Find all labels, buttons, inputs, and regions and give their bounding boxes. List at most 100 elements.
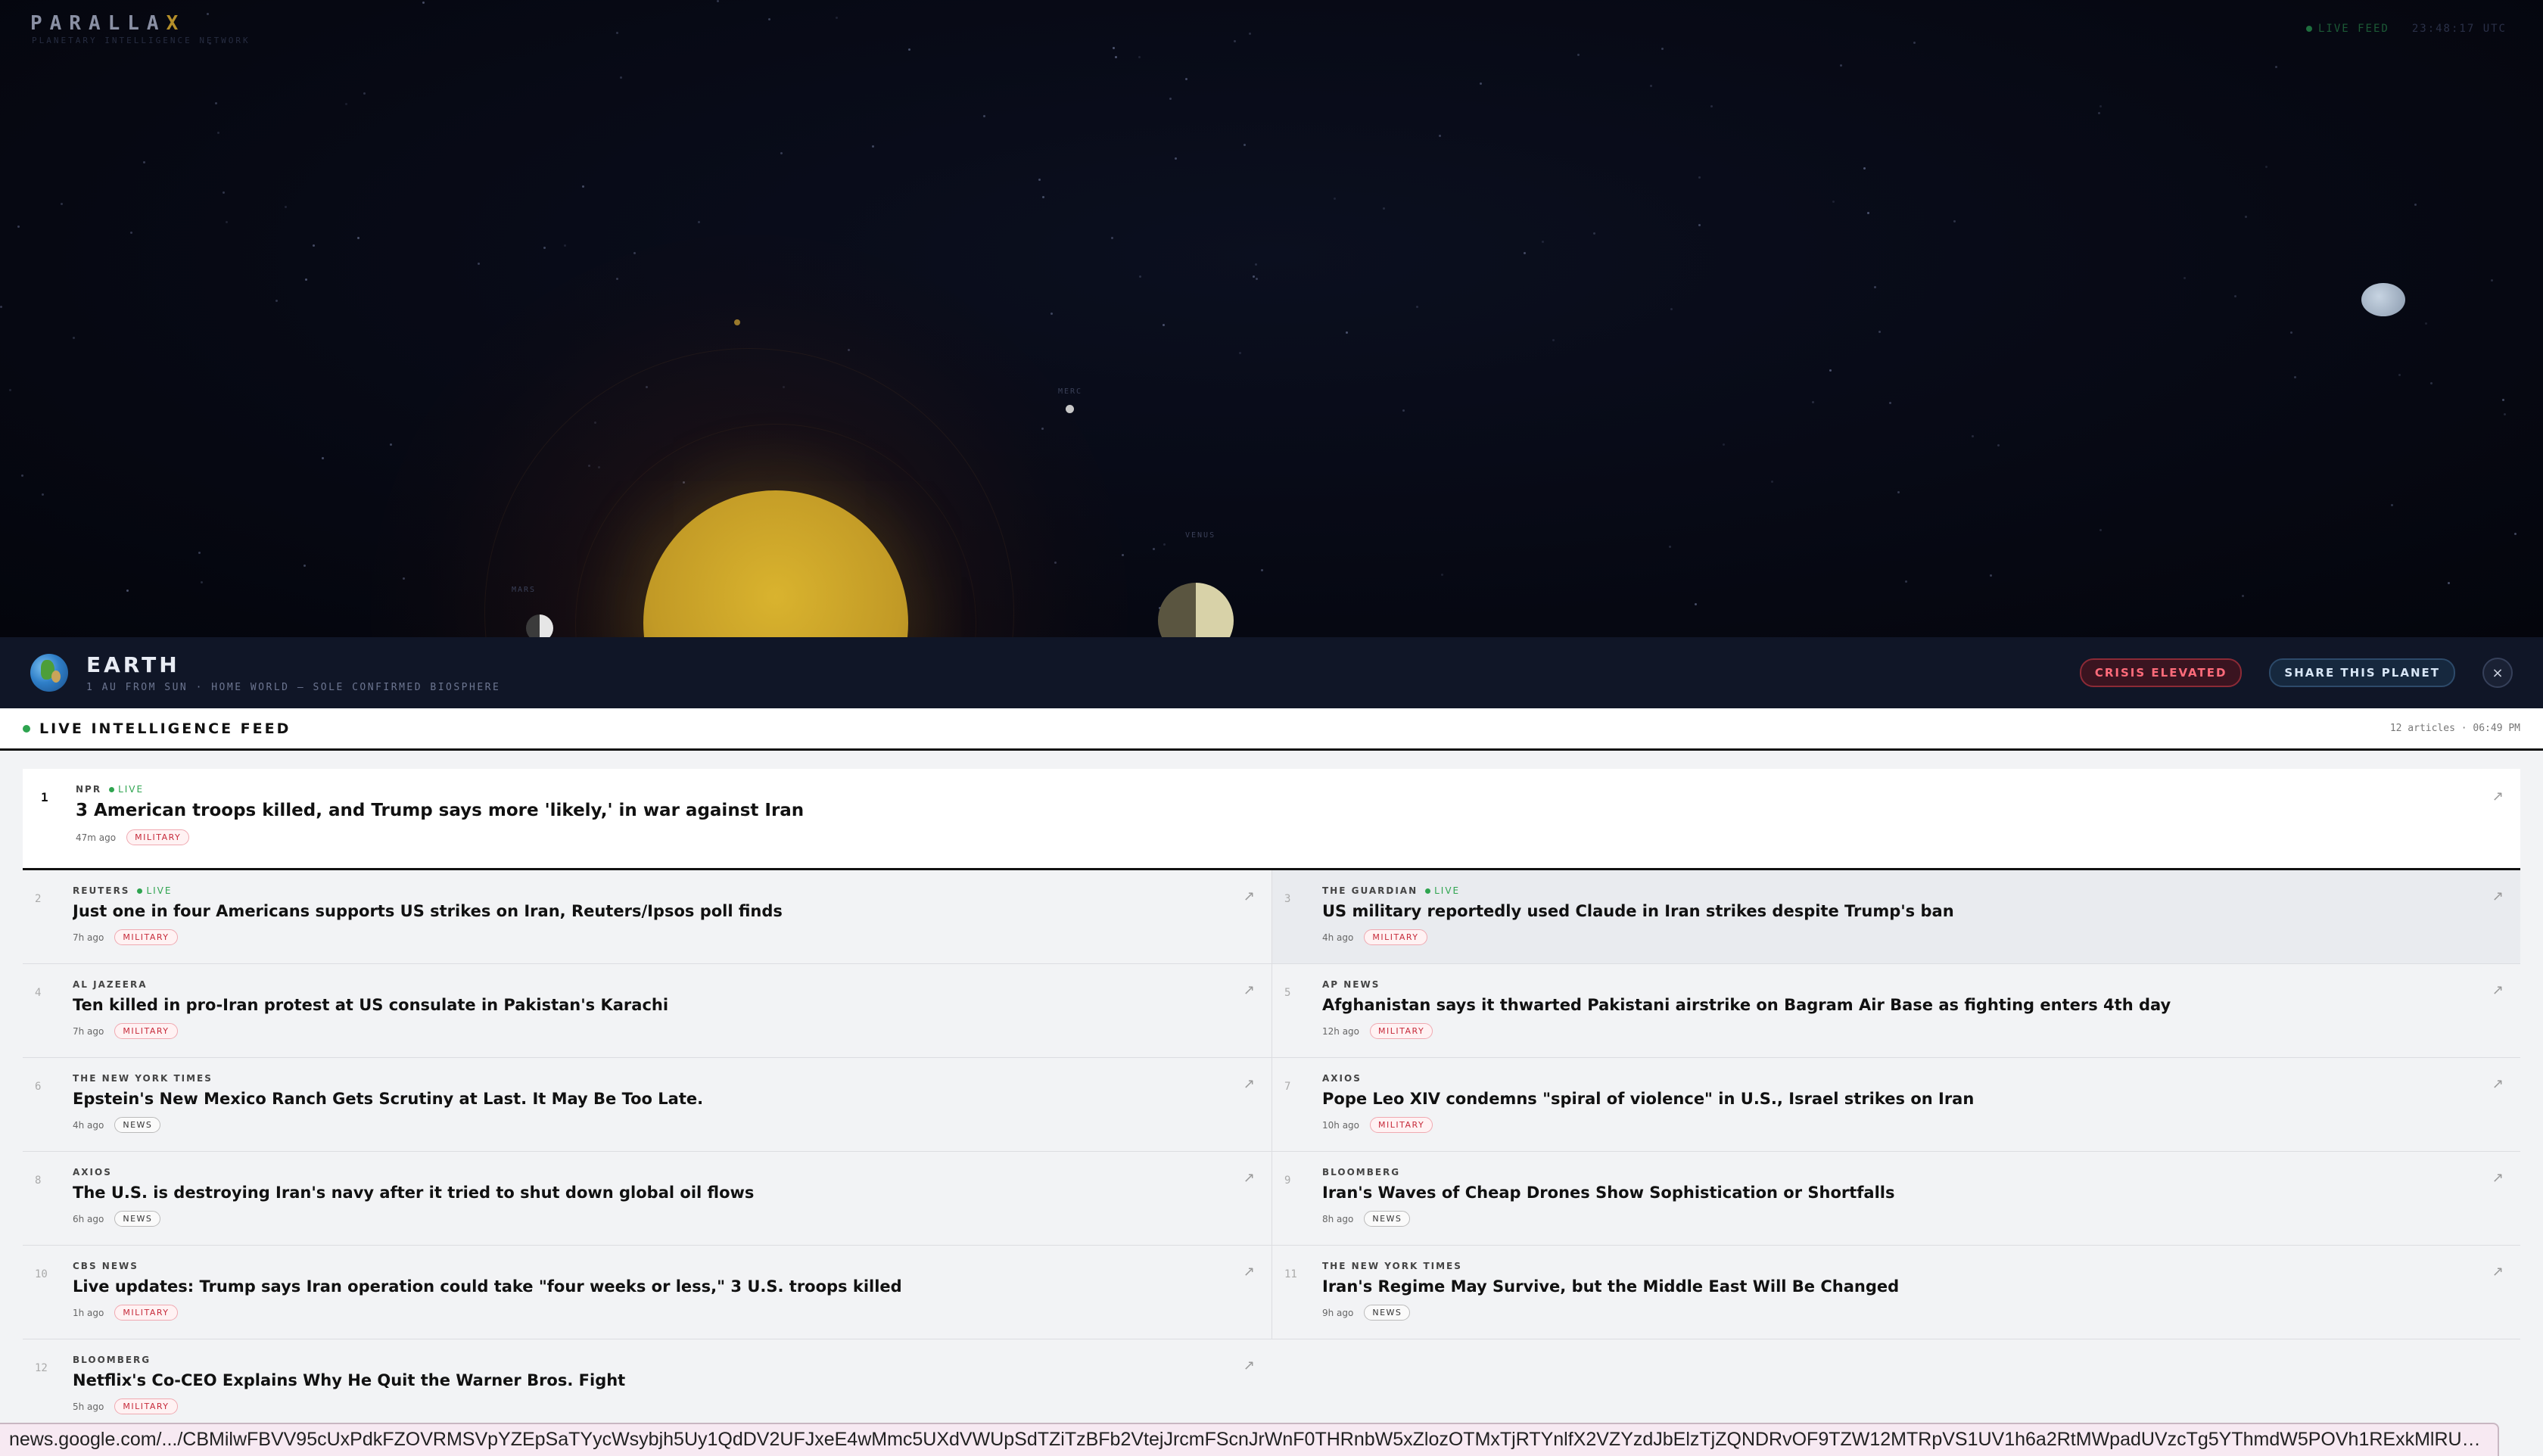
brand-subtitle: PLANETARY INTELLIGENCE NETWORK: [32, 36, 251, 45]
article-headline[interactable]: Ten killed in pro-Iran protest at US con…: [73, 996, 1219, 1014]
star: [1990, 574, 1992, 577]
feed-header: LIVE INTELLIGENCE FEED 12 articles · 06:…: [0, 708, 2543, 751]
article-headline[interactable]: Live updates: Trump says Iran operation …: [73, 1277, 1219, 1296]
article-card[interactable]: 12 BLOOMBERG Netflix's Co-CEO Explains Why…: [23, 1339, 1272, 1433]
article-time: 1h ago: [73, 1307, 104, 1318]
star: [322, 457, 324, 459]
live-feed-indicator[interactable]: LIVE FEED: [2305, 23, 2389, 35]
article-meta: 10h ago MILITARY: [1322, 1117, 2467, 1133]
star: [1889, 402, 1891, 404]
star: [620, 76, 622, 79]
live-indicator: LIVE: [109, 784, 144, 795]
external-link-icon[interactable]: ↗: [2492, 789, 2504, 804]
star: [1480, 82, 1482, 85]
star: [1552, 339, 1555, 341]
star: [201, 581, 203, 583]
article-rank: 9: [1284, 1174, 1291, 1187]
star: [1038, 179, 1041, 181]
source-name: AXIOS: [1322, 1073, 1362, 1084]
planet-venus[interactable]: [1158, 583, 1234, 637]
star: [1863, 167, 1866, 170]
star: [223, 191, 225, 194]
article-headline[interactable]: The U.S. is destroying Iran's navy after…: [73, 1184, 1219, 1202]
article-headline[interactable]: Epstein's New Mexico Ranch Gets Scrutiny…: [73, 1090, 1219, 1108]
lead-article[interactable]: 1 NPR LIVE 3 American troops killed, and…: [23, 769, 2520, 870]
article-card[interactable]: 4 AL JAZEERA Ten killed in pro-Iran protes…: [23, 964, 1272, 1058]
planet-label: MARS: [512, 586, 537, 594]
external-link-icon[interactable]: ↗: [1243, 1264, 1255, 1280]
article-card[interactable]: 7 AXIOS Pope Leo XIV condemns "spiral of v…: [1272, 1058, 2520, 1152]
category-tag: NEWS: [1364, 1211, 1411, 1227]
star: [1710, 105, 1713, 107]
article-rank: 3: [1284, 893, 1291, 905]
external-link-icon[interactable]: ↗: [2492, 982, 2504, 998]
star: [1542, 241, 1544, 243]
star: [717, 0, 719, 2]
star: [1256, 278, 1258, 280]
star: [1153, 548, 1155, 550]
external-link-icon[interactable]: ↗: [1243, 1076, 1255, 1092]
article-source: BLOOMBERG: [1322, 1167, 2467, 1178]
external-link-icon[interactable]: ↗: [1243, 982, 1255, 998]
external-link-icon[interactable]: ↗: [2492, 888, 2504, 904]
article-card[interactable]: 9 BLOOMBERG Iran's Waves of Cheap Drones S…: [1272, 1152, 2520, 1246]
article-source: NPR LIVE: [76, 784, 2460, 795]
external-link-icon[interactable]: ↗: [1243, 1170, 1255, 1186]
close-icon[interactable]: ×: [2482, 658, 2513, 688]
article-card[interactable]: 10 CBS NEWS Live updates: Trump says Iran …: [23, 1246, 1272, 1339]
star: [2099, 105, 2102, 107]
category-tag: NEWS: [114, 1211, 161, 1227]
feed-meta: 12 articles · 06:49 PM: [2389, 723, 2520, 734]
star: [1439, 135, 1441, 137]
category-tag: NEWS: [114, 1117, 161, 1133]
article-card[interactable]: 3 THE GUARDIAN LIVE US military reportedly …: [1272, 870, 2520, 964]
planet-dot[interactable]: [734, 319, 740, 325]
planet-distant[interactable]: [2361, 283, 2405, 316]
article-time: 8h ago: [1322, 1213, 1354, 1224]
star: [1972, 435, 1974, 437]
star: [1897, 491, 1900, 493]
article-headline[interactable]: Pope Leo XIV condemns "spiral of violenc…: [1322, 1090, 2467, 1108]
star: [1138, 56, 1141, 58]
article-rank: 2: [35, 893, 42, 905]
external-link-icon[interactable]: ↗: [2492, 1076, 2504, 1092]
external-link-icon[interactable]: ↗: [2492, 1264, 2504, 1280]
article-headline[interactable]: Netflix's Co-CEO Explains Why He Quit th…: [73, 1371, 1219, 1389]
star: [73, 337, 75, 339]
article-headline[interactable]: US military reportedly used Claude in Ir…: [1322, 902, 2467, 920]
share-planet-button[interactable]: SHARE THIS PLANET: [2269, 658, 2455, 687]
star: [1261, 569, 1263, 571]
article-card[interactable]: 6 THE NEW YORK TIMES Epstein's New Mexico …: [23, 1058, 1272, 1152]
article-card[interactable]: 11 THE NEW YORK TIMES Iran's Regime May Su…: [1272, 1246, 2520, 1339]
star: [1905, 580, 1907, 583]
article-card[interactable]: 2 REUTERS LIVE Just one in four Americans s…: [23, 870, 1272, 964]
star: [1812, 401, 1814, 403]
star: [2502, 399, 2504, 401]
star: [1051, 313, 1053, 315]
planet-mercury[interactable]: [1066, 405, 1074, 413]
star: [1234, 40, 1236, 42]
star: [2514, 533, 2517, 535]
category-tag: MILITARY: [126, 829, 190, 845]
article-headline[interactable]: Iran's Waves of Cheap Drones Show Sophis…: [1322, 1184, 2467, 1202]
article-source: AP NEWS: [1322, 979, 2467, 990]
article-time: 7h ago: [73, 1025, 104, 1037]
solar-system-view[interactable]: PARALLAX PLANETARY INTELLIGENCE NETWORK …: [0, 0, 2543, 637]
article-headline[interactable]: Afghanistan says it thwarted Pakistani a…: [1322, 996, 2467, 1014]
article-headline[interactable]: 3 American troops killed, and Trump says…: [76, 801, 2460, 820]
star: [1163, 324, 1165, 326]
star: [1163, 543, 1166, 546]
external-link-icon[interactable]: ↗: [2492, 1170, 2504, 1186]
article-card[interactable]: 8 AXIOS The U.S. is destroying Iran's navy…: [23, 1152, 1272, 1246]
crisis-badge[interactable]: CRISIS ELEVATED: [2079, 658, 2243, 687]
star: [2099, 529, 2102, 531]
article-headline[interactable]: Just one in four Americans supports US s…: [73, 902, 1219, 920]
top-status: LIVE FEED 23:48:17 UTC: [2305, 23, 2507, 35]
star: [198, 552, 201, 554]
external-link-icon[interactable]: ↗: [1243, 1358, 1255, 1374]
planet-mars[interactable]: [526, 614, 553, 637]
article-headline[interactable]: Iran's Regime May Survive, but the Middl…: [1322, 1277, 2467, 1296]
star: [1953, 220, 1956, 222]
external-link-icon[interactable]: ↗: [1243, 888, 1255, 904]
article-card[interactable]: 5 AP NEWS Afghanistan says it thwarted Pak…: [1272, 964, 2520, 1058]
